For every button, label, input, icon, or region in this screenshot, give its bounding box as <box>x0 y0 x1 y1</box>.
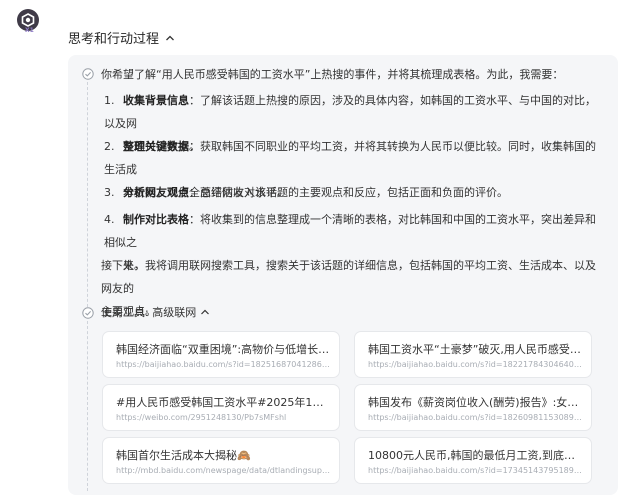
result-title: 10800元人民币,韩国的最低月工资,到底为何会... <box>368 449 583 462</box>
result-url: http://mbd.baidu.com/newspage/data/dtlan… <box>116 466 331 475</box>
step-number: 1. <box>104 94 115 107</box>
timeline-rail <box>87 321 89 491</box>
step-number: 4. <box>104 213 115 226</box>
search-result-card[interactable]: 韩国工资水平“土豪梦”破灭,用人民币感受物价真... https://baiji… <box>354 331 592 378</box>
section-title: 思考和行动过程 <box>68 32 160 47</box>
result-title: 韩国工资水平“土豪梦”破灭,用人民币感受物价真... <box>368 343 583 356</box>
search-result-card[interactable]: 韩国首尔生活成本大揭秘🙈 http://mbd.baidu.com/newspa… <box>102 437 340 484</box>
thinking-intro: 你希望了解“用人民币感受韩国的工资水平”上热搜的事件，并将其梳理成表格。为此，我… <box>101 68 564 81</box>
step-title: 收集背景信息 <box>123 94 189 107</box>
step-number: 3. <box>104 186 115 199</box>
thinking-next-line: 接下来，我将调用联网搜索工具，搜索关于该话题的详细信息，包括韩国的平均工资、生活… <box>101 259 596 295</box>
tool-usage-toggle[interactable]: 使用工具: 高级联网 <box>101 304 210 320</box>
search-result-card[interactable]: 10800元人民币,韩国的最低月工资,到底为何会... https://baij… <box>354 437 592 484</box>
result-title: 韩国经济面临“双重困境”:高物价与低增长加剧消... <box>116 343 331 356</box>
step-title: 分析网友观点 <box>123 186 189 199</box>
result-title: 韩国首尔生活成本大揭秘🙈 <box>116 449 251 462</box>
result-url: https://baijiahao.baidu.com/s?id=1734514… <box>368 466 583 475</box>
chevron-up-icon <box>166 35 174 40</box>
step-title: 整理关键数据 <box>123 140 189 153</box>
avatar-badge: X1 <box>25 27 34 34</box>
result-url: https://baijiahao.baidu.com/s?id=1822178… <box>368 360 583 369</box>
step-title: 制作对比表格 <box>123 213 189 226</box>
thinking-process-toggle[interactable]: 思考和行动过程 <box>68 28 175 47</box>
result-url: https://baijiahao.baidu.com/s?id=1825168… <box>116 360 331 369</box>
result-title: 韩国发布《薪资岗位收入(酬劳)报告》:女性平均... <box>368 396 583 409</box>
result-url: https://baijiahao.baidu.com/s?id=1826098… <box>368 413 583 422</box>
chevron-up-icon <box>201 309 210 315</box>
result-url: https://weibo.com/2951248130/Pb7sMFshl <box>116 413 287 422</box>
tool-label: 使用工具: 高级联网 <box>101 306 197 319</box>
step-number: 2. <box>104 140 115 153</box>
logo-icon <box>21 13 35 27</box>
check-circle-icon <box>82 307 94 319</box>
step-item: 3. 分析网友观点：总结网友对该话题的主要观点和反应，包括正面和负面的评价。 <box>104 181 604 204</box>
check-circle-icon <box>82 68 94 80</box>
result-title: #用人民币感受韩国工资水平#2025年1月24日... <box>116 396 331 409</box>
search-result-card[interactable]: #用人民币感受韩国工资水平#2025年1月24日... https://weib… <box>102 384 340 431</box>
timeline-rail <box>87 82 89 312</box>
search-result-card[interactable]: 韩国发布《薪资岗位收入(酬劳)报告》:女性平均... https://baiji… <box>354 384 592 431</box>
step-text: ：总结网友对该话题的主要观点和反应，包括正面和负面的评价。 <box>189 186 508 199</box>
search-result-card[interactable]: 韩国经济面临“双重困境”:高物价与低增长加剧消... https://baiji… <box>102 331 340 378</box>
